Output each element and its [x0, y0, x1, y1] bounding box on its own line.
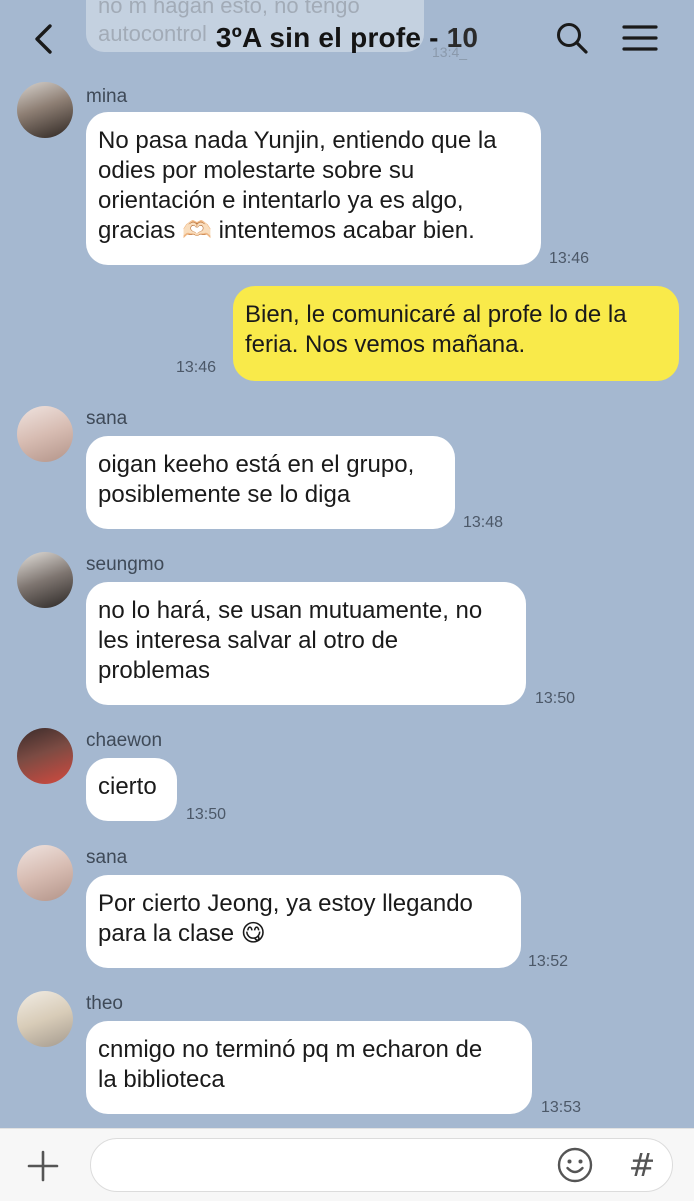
avatar[interactable]	[17, 991, 73, 1047]
attach-button[interactable]	[26, 1149, 60, 1183]
avatar[interactable]	[17, 552, 73, 608]
message-bubble[interactable]: oigan keeho está en el grupo, posiblemen…	[86, 436, 455, 529]
message-bubble[interactable]: cnmigo no terminó pq m echaron de la bib…	[86, 1021, 532, 1114]
member-count: 10	[446, 22, 479, 53]
avatar[interactable]	[17, 82, 73, 138]
message-bubble[interactable]: no lo hará, se usan mutuamente, no les i…	[86, 582, 526, 705]
avatar[interactable]	[17, 845, 73, 901]
emoji-button[interactable]	[556, 1146, 594, 1184]
message-bubble[interactable]: No pasa nada Yunjin, entiendo que la odi…	[86, 112, 541, 265]
message-time: 13:46	[549, 250, 590, 267]
search-button[interactable]	[554, 20, 590, 56]
sender-name: sana	[86, 408, 128, 429]
emoji-icon	[557, 1147, 593, 1183]
message-input-bar: #	[0, 1128, 694, 1201]
own-message-bubble[interactable]: Bien, le comunicaré al profe lo de la fe…	[233, 286, 679, 381]
plus-icon	[27, 1150, 59, 1182]
message-time: 13:50	[535, 690, 576, 707]
avatar[interactable]	[17, 406, 73, 462]
message-bubble[interactable]: Por cierto Jeong, ya estoy llegando para…	[86, 875, 521, 968]
hashtag-icon: #	[628, 1146, 656, 1184]
sender-name: mina	[86, 86, 128, 107]
message-bubble[interactable]: cierto	[86, 758, 177, 821]
sender-name: chaewon	[86, 730, 163, 751]
menu-button[interactable]	[620, 20, 660, 56]
hashtag-button[interactable]: #	[624, 1145, 660, 1185]
message-time: 13:48	[463, 514, 504, 531]
message-time: 13:46	[176, 359, 217, 376]
message-time: 13:53	[541, 1099, 582, 1116]
avatar[interactable]	[17, 728, 73, 784]
sender-name: seungmo	[86, 554, 165, 575]
search-icon	[557, 23, 588, 54]
sender-name: theo	[86, 993, 123, 1014]
chat-header: no m hagan esto, no tengo autocontrol 13…	[0, 0, 694, 78]
sender-name: sana	[86, 847, 128, 868]
member-count-separator: -	[421, 22, 447, 53]
message-time: 13:50	[186, 806, 227, 823]
message-time: 13:52	[528, 953, 569, 970]
menu-icon	[622, 25, 658, 51]
chat-title-text: 3ºA sin el profe	[215, 22, 422, 53]
